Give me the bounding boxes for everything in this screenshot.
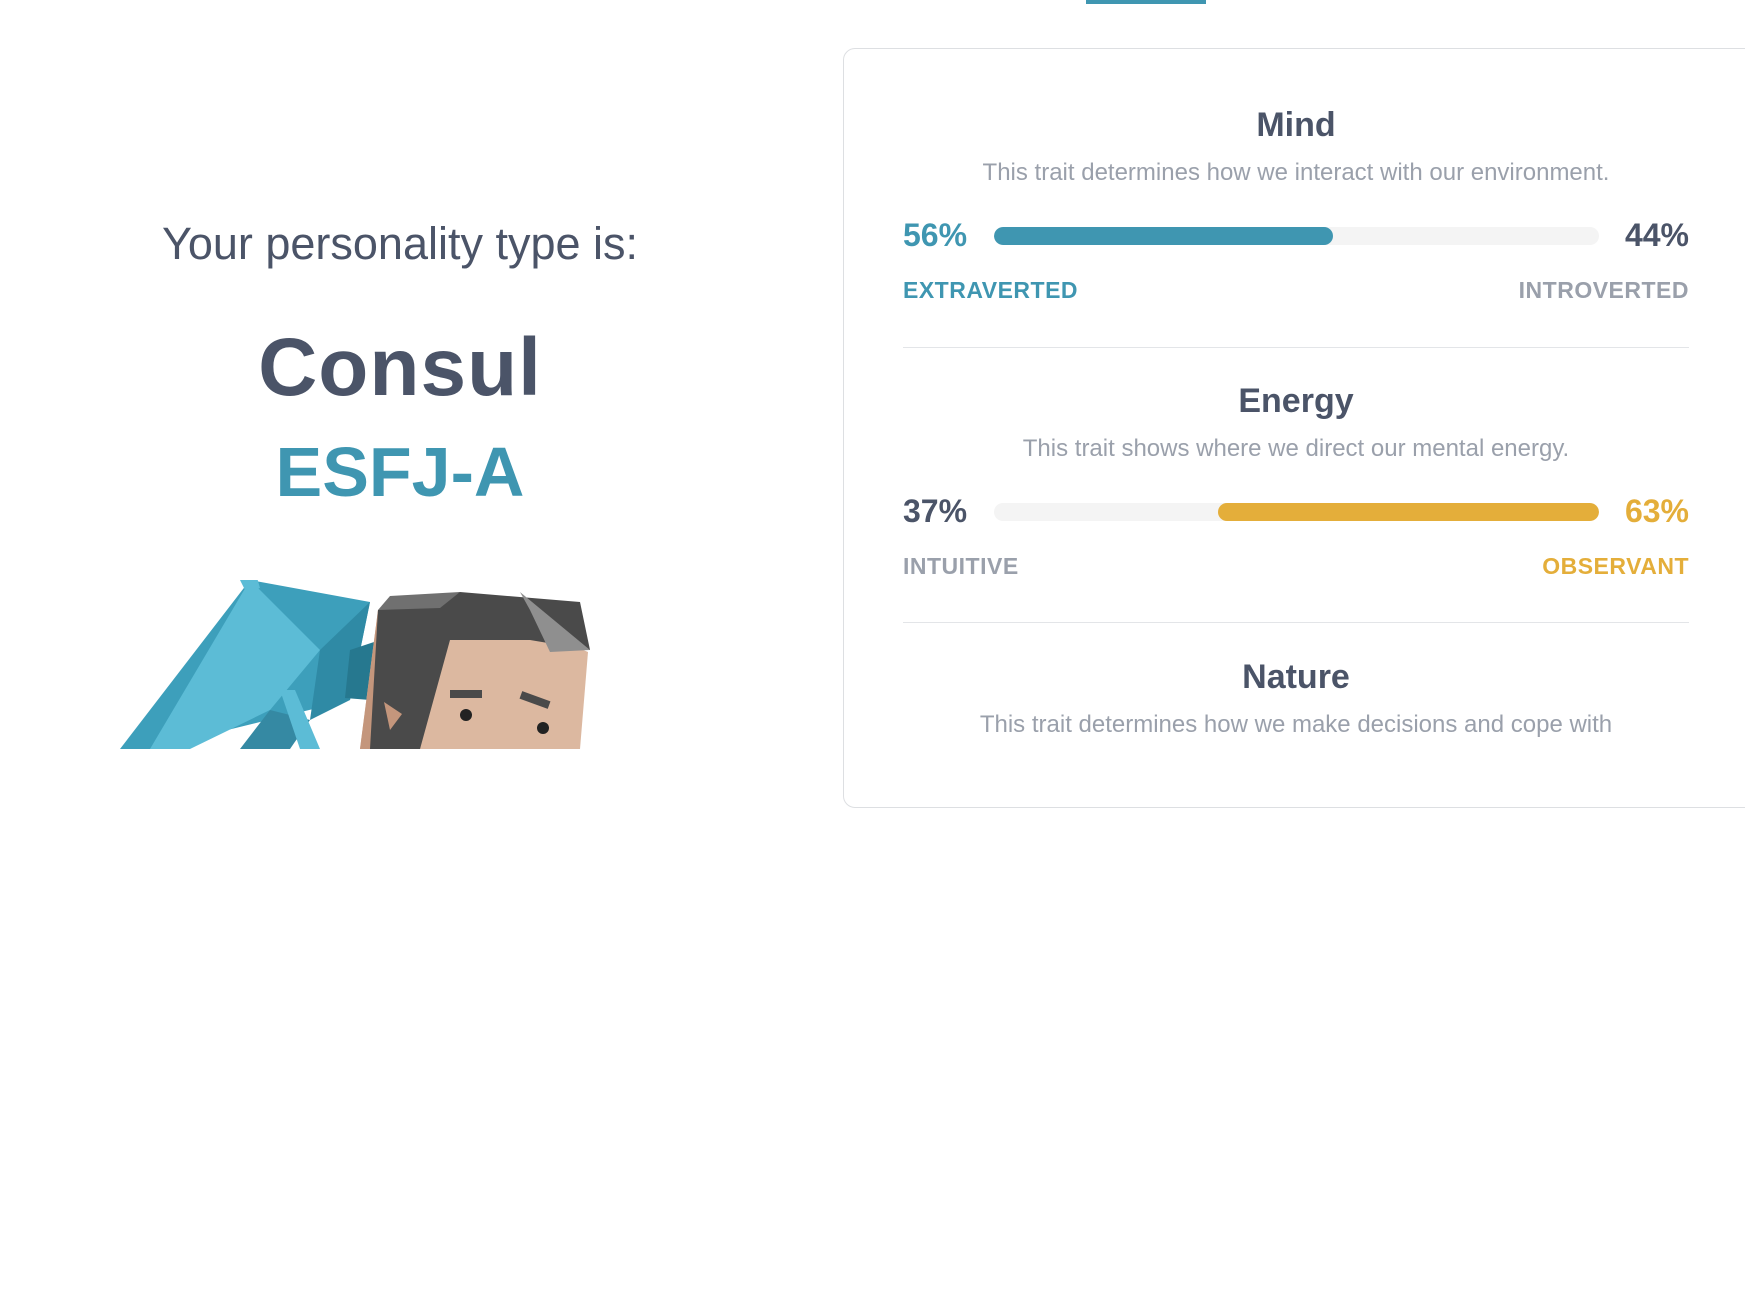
trait-title: Energy: [1238, 382, 1354, 420]
trait-score-row: 56% 44%: [903, 215, 1689, 255]
trait-divider: [903, 347, 1689, 348]
trait-progress-fill: [1217, 503, 1599, 521]
personality-type-code: ESFJ-A: [275, 433, 525, 511]
result-panel: Your personality type is: Consul ESFJ-A: [0, 0, 800, 749]
trait-description: This trait shows where we direct our men…: [1022, 435, 1570, 462]
trait-description: This trait determines how we interact wi…: [982, 159, 1610, 186]
right-percent: 63%: [1624, 493, 1689, 529]
trait-progress-fill: [994, 227, 1333, 245]
consul-illustration-icon: [120, 580, 590, 749]
right-trait-label: INTROVERTED: [1518, 277, 1689, 303]
trait-progress-bar: [994, 503, 1599, 521]
trait-score-row: 37% 63%: [903, 491, 1689, 531]
trait-mind: Mind This trait determines how we intera…: [903, 103, 1689, 305]
right-percent: 44%: [1624, 217, 1689, 253]
personality-type-name: Consul: [258, 322, 542, 413]
trait-title: Nature: [1242, 658, 1350, 696]
personality-intro: Your personality type is:: [161, 218, 639, 269]
trait-description: This trait determines how we make decisi…: [979, 711, 1613, 738]
trait-title: Mind: [1256, 106, 1336, 144]
trait-nature: Nature This trait determines how we make…: [903, 655, 1689, 741]
active-tab-indicator: [1086, 0, 1206, 4]
trait-divider: [903, 622, 1689, 623]
trait-labels: INTUITIVE OBSERVANT: [903, 551, 1689, 581]
trait-progress-bar: [994, 227, 1599, 245]
right-trait-label: OBSERVANT: [1542, 553, 1689, 579]
trait-energy: Energy This trait shows where we direct …: [903, 379, 1689, 581]
trait-labels: EXTRAVERTED INTROVERTED: [903, 275, 1689, 305]
